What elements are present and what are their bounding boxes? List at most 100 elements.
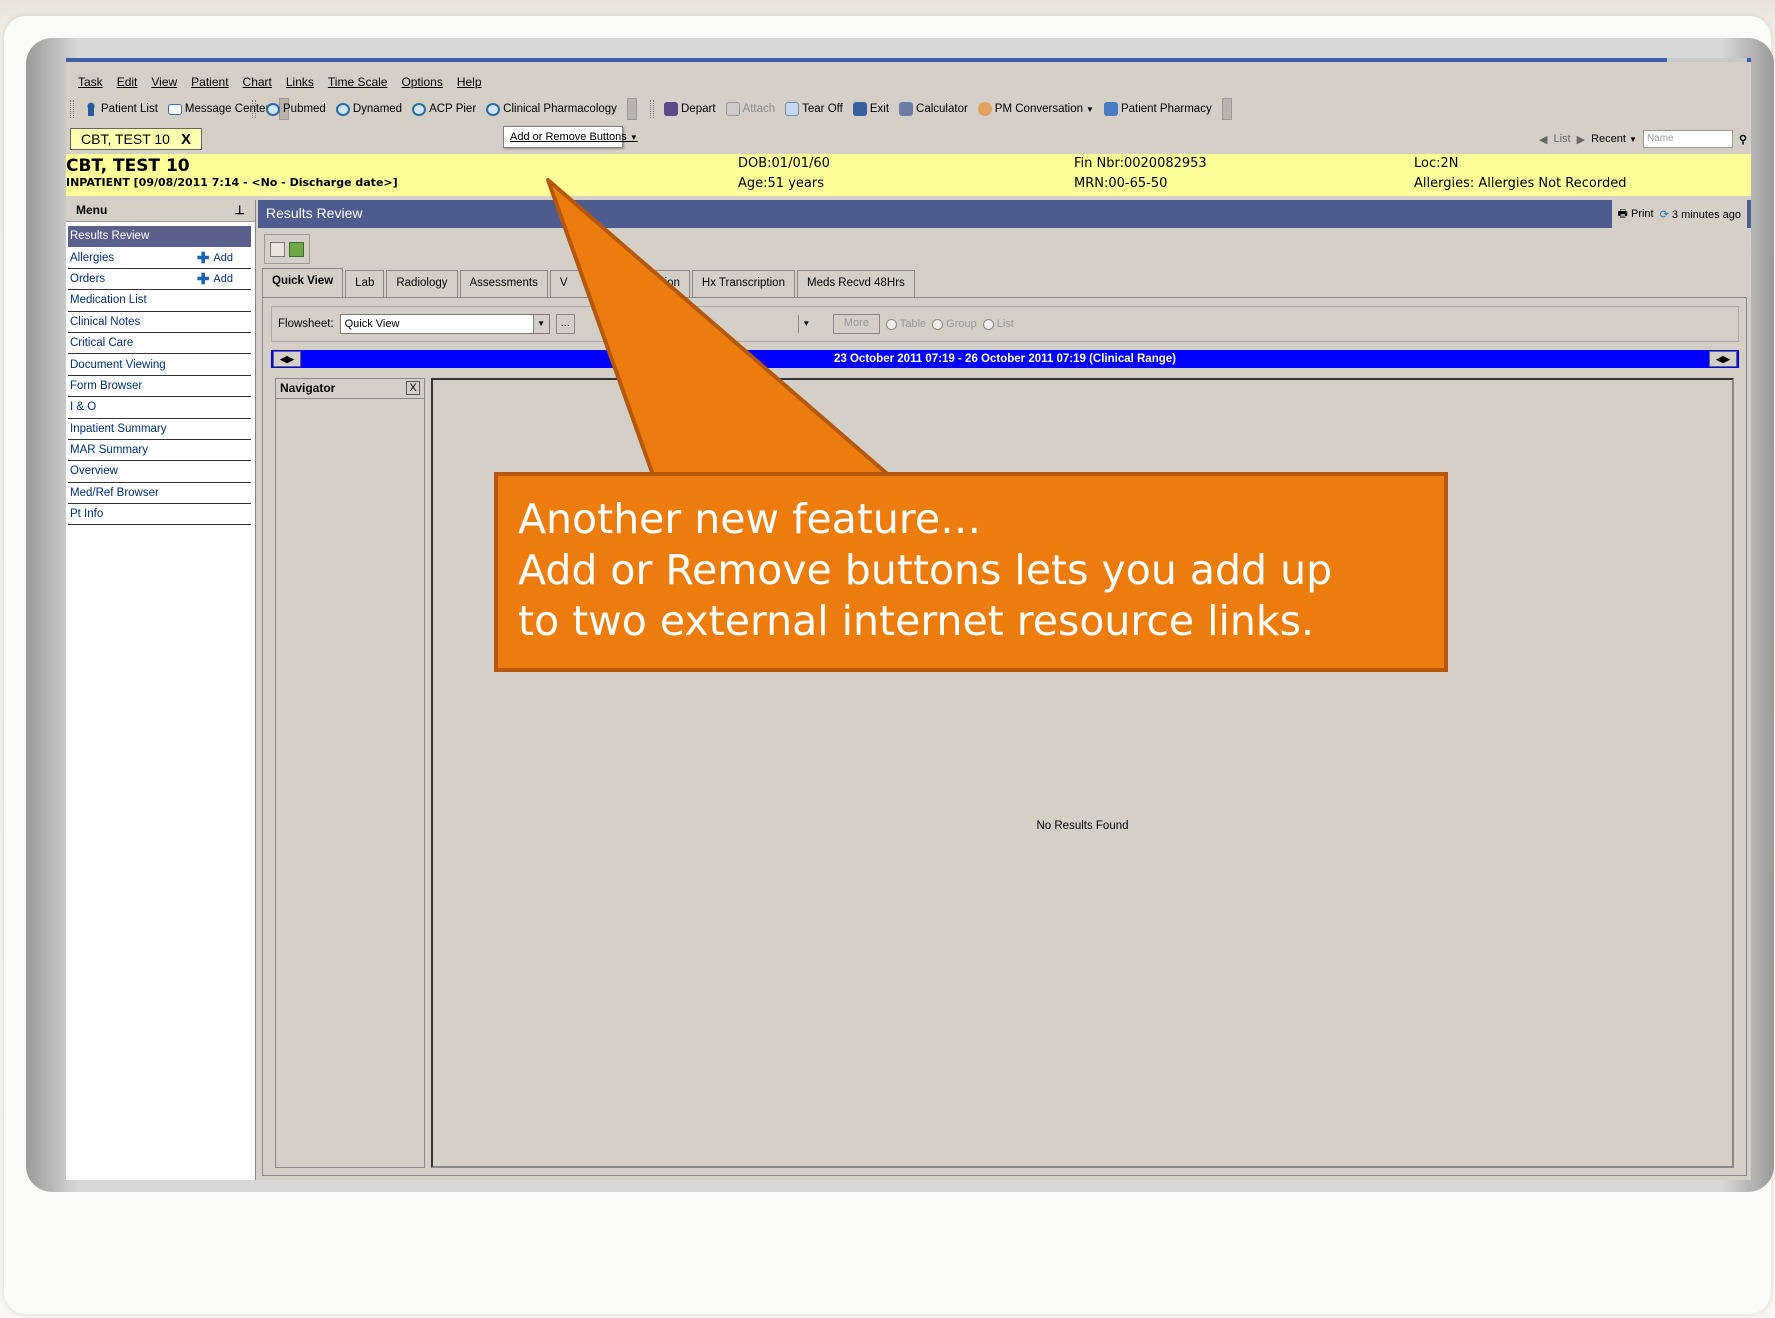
sidebar-item-orders[interactable]: Orders ✚ Add [68,269,251,291]
sidebar-item-med-ref-browser[interactable]: Med/Ref Browser [68,483,251,505]
recent-dropdown[interactable]: Recent ▼ [1591,133,1637,145]
more-button[interactable]: More [832,314,880,334]
pharmacy-icon [1103,102,1118,116]
sidebar-item-inpatient-summary[interactable]: Inpatient Summary [68,419,251,440]
menu-patient[interactable]: Patient [191,75,228,89]
menu-links[interactable]: Links [286,75,314,89]
menu-options[interactable]: Options [401,75,442,89]
list-radio[interactable]: List [982,318,1014,330]
attach-button[interactable]: Attach [725,102,776,116]
flowsheet-browse-button[interactable]: ... [555,314,575,334]
links-overflow-button[interactable] [626,98,637,120]
table-view-icon[interactable] [289,241,304,257]
tab-radiology[interactable]: Radiology [386,270,458,297]
tear-off-button[interactable]: Tear Off [785,102,843,116]
menu-view[interactable]: View [151,75,177,89]
refresh-button[interactable]: ⟳ 3 minutes ago [1660,208,1741,221]
tear-off-icon [785,102,800,116]
pm-conversation-icon [977,102,992,116]
attach-label: Attach [742,103,776,115]
patient-list-button[interactable]: Patient List [84,102,158,116]
sidebar-item-medication-list[interactable]: Medication List [68,290,251,312]
table-radio[interactable]: Table [885,318,926,330]
add-allergy-button[interactable]: ✚ Add [197,249,249,267]
tear-off-label: Tear Off [802,103,843,115]
patient-name-search-input[interactable]: Name [1642,130,1733,148]
tab-transcription[interactable]: ription [629,270,690,297]
menu-chart[interactable]: Chart [243,75,272,89]
patient-pharmacy-button[interactable]: Patient Pharmacy [1103,102,1212,116]
tab-content: Flowsheet: Quick View ▼ ... ▼ More Table … [262,297,1747,1176]
add-remove-buttons-menu[interactable]: Add or Remove Buttons ▼ [503,126,638,148]
sidebar-item-overview[interactable]: Overview [68,461,251,483]
patient-list-label: Patient List [101,103,158,115]
toolbar-grip[interactable] [70,100,74,118]
add-order-button[interactable]: ✚ Add [197,270,249,288]
banner-patient-name: CBT, TEST 10 [66,156,190,176]
back-arrow-icon[interactable]: ◀ [1539,133,1547,146]
navigator-title: Navigator [280,381,336,395]
radio-label: Group [946,318,977,330]
dynamed-button[interactable]: Dynamed [335,102,402,116]
tab-v[interactable]: V [549,270,628,297]
tab-hx-transcription[interactable]: Hx Transcription [691,270,795,297]
menu-help[interactable]: Help [457,75,482,89]
sidebar-item-mar-summary[interactable]: MAR Summary [68,440,251,462]
actions-overflow-button[interactable] [1221,98,1232,120]
group-radio[interactable]: Group [932,318,977,330]
flowsheet-row: Flowsheet: Quick View ▼ ... ▼ More Table … [271,306,1739,342]
menu-task[interactable]: Task [78,75,103,89]
close-patient-tab-button[interactable]: X [181,131,191,148]
callout-annotation: Another new feature… Add or Remove butto… [494,472,1448,672]
depart-button[interactable]: Depart [664,102,716,116]
banner-encounter-info: INPATIENT [09/08/2011 7:14 - <No - Disch… [66,176,398,189]
tab-lab[interactable]: Lab [345,270,385,297]
tab-quick-view[interactable]: Quick View [262,268,344,298]
toolbar: Patient List Message Center Pubmed Dynam… [66,96,1751,122]
pubmed-button[interactable]: Pubmed [266,102,326,116]
range-scroll-left-button[interactable]: ◀▶ [273,351,301,367]
sidebar-item-results-review[interactable]: Results Review [68,226,251,248]
binoculars-icon[interactable]: ⚲ [1739,133,1747,146]
sidebar-item-clinical-notes[interactable]: Clinical Notes [68,312,251,333]
sidebar-item-i-and-o[interactable]: I & O [68,397,251,419]
close-navigator-button[interactable]: X [406,381,420,395]
banner-allergies: Allergies: Allergies Not Recorded [1414,176,1627,191]
sidebar-item-allergies[interactable]: Allergies ✚ Add [68,247,251,269]
forward-arrow-icon[interactable]: ▶ [1577,133,1585,146]
print-button[interactable]: 🖶 Print [1618,205,1654,224]
patient-tab[interactable]: CBT, TEST 10 X [70,128,202,150]
toolbar-grip[interactable] [650,100,654,118]
menu-edit[interactable]: Edit [117,75,138,89]
sidebar-title: Menu [76,203,108,217]
chevron-down-icon: ▼ [532,315,549,333]
sidebar-item-label: Med/Ref Browser [70,486,159,499]
flowsheet-select[interactable]: Quick View ▼ [339,314,550,334]
sidebar-item-form-browser[interactable]: Form Browser [68,376,251,398]
window-controls[interactable] [1667,58,1747,62]
clinical-pharmacology-button[interactable]: Clinical Pharmacology [486,102,617,116]
sidebar-item-critical-care[interactable]: Critical Care [68,333,251,355]
sidebar-item-document-viewing[interactable]: Document Viewing [68,354,251,376]
tab-meds-recvd-48hrs[interactable]: Meds Recvd 48Hrs [796,270,915,297]
toolbar-grip[interactable] [252,100,256,118]
tab-assessments[interactable]: Assessments [459,270,548,297]
list-button[interactable]: List [1554,133,1571,145]
sidebar-item-label: Critical Care [70,337,134,350]
sidebar-item-label: Inpatient Summary [70,422,167,435]
exit-button[interactable]: Exit [852,102,889,116]
acp-pier-button[interactable]: ACP Pier [412,102,476,116]
sidebar-item-pt-info[interactable]: Pt Info [68,504,251,526]
calculator-button[interactable]: Calculator [899,102,968,116]
sidebar-item-label: Orders [70,272,106,285]
sidebar-item-label: Form Browser [70,379,143,392]
pm-conversation-button[interactable]: PM Conversation ▼ [977,102,1094,116]
range-scroll-right-button[interactable]: ◀▶ [1709,351,1737,367]
second-select[interactable]: ▼ [584,314,815,334]
pin-icon[interactable]: ⊥ [235,203,245,218]
sidebar-item-label: I & O [70,401,97,414]
clinical-pharmacology-label: Clinical Pharmacology [503,103,617,115]
chart-view-icon[interactable] [270,241,285,257]
search-icon [266,102,280,116]
menu-time-scale[interactable]: Time Scale [328,75,388,89]
